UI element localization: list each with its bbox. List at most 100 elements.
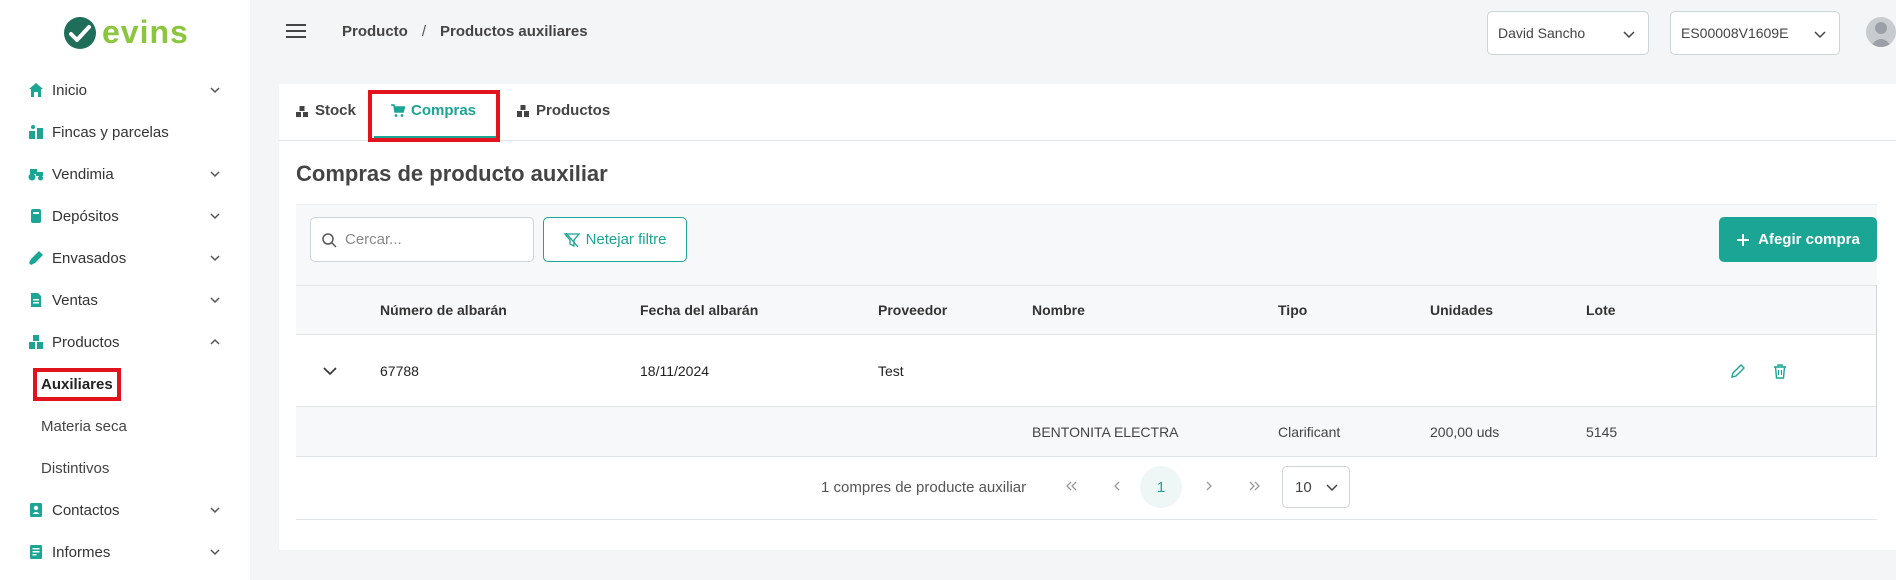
home-icon [28,82,44,98]
column-header[interactable]: Número de albarán [380,302,507,318]
breadcrumb-separator: / [421,23,427,40]
sidebar-item-productos[interactable]: Productos [0,321,250,363]
sidebar-item-label: Productos [52,333,120,351]
sidebar-item-envasados[interactable]: Envasados [0,237,250,279]
sidebar-subitem-distintivos[interactable]: Distintivos [0,447,250,489]
column-header[interactable]: Unidades [1430,302,1493,318]
search-placeholder: Cercar... [345,231,402,248]
chevron-up-icon [208,335,222,349]
chevron-down-icon [1813,27,1827,41]
invoice-icon [28,292,44,308]
next-page-icon[interactable] [1200,477,1218,495]
logo-text: evins [102,14,189,50]
sidebar-nav: Inicio Fincas y parcelas Vendimia Depósi… [0,69,250,573]
search-input[interactable]: Cercar... [310,217,534,262]
boxes-icon [516,104,530,118]
filter-toolbar: Cercar... Netejar filtre Afegir compra [296,204,1877,286]
report-icon [28,544,44,560]
search-icon [321,232,337,248]
sidebar-item-label: Informes [52,543,111,561]
avatar[interactable] [1866,17,1896,47]
clear-filter-button[interactable]: Netejar filtre [543,217,687,262]
sidebar-item-label: Inicio [52,81,88,99]
sidebar-item-label: Envasados [52,249,127,267]
pagination-info: 1 compres de producte auxiliar [821,479,1027,496]
sidebar: evins Inicio Fincas y parcelas Vendimia … [0,0,250,580]
winery-code-select[interactable]: ES00008V1609E [1670,11,1840,55]
chevron-down-icon [1622,27,1636,41]
prev-page-icon[interactable] [1108,477,1126,495]
table-row[interactable]: 67788 18/11/2024 Test [296,335,1877,407]
page-size-select[interactable]: 10 [1282,466,1350,508]
page-number-button[interactable]: 1 [1140,466,1182,508]
cell-proveedor: Test [878,362,904,379]
purchases-table: Número de albarán Fecha del albarán Prov… [296,285,1877,457]
plus-icon [1736,233,1750,247]
first-page-icon[interactable] [1062,477,1080,495]
edit-pencil-icon[interactable] [1730,363,1746,379]
breadcrumb-item[interactable]: Producto [342,23,408,40]
winery-code-value: ES00008V1609E [1681,25,1789,41]
chevron-down-icon [208,209,222,223]
sidebar-item-depositos[interactable]: Depósitos [0,195,250,237]
tab-productos[interactable]: Productos [516,102,610,119]
active-tab-indicator [374,136,498,139]
stock-icon [295,104,309,118]
sidebar-subitem-auxiliares[interactable]: Auxiliares [0,363,250,405]
chevron-down-icon [208,83,222,97]
sidebar-item-inicio[interactable]: Inicio [0,69,250,111]
sidebar-item-contactos[interactable]: Contactos [0,489,250,531]
page-size-value: 10 [1295,478,1312,496]
user-select[interactable]: David Sancho [1487,11,1649,55]
table-header: Número de albarán Fecha del albarán Prov… [296,285,1877,335]
tank-icon [28,208,44,224]
sidebar-item-label: Depósitos [52,207,119,225]
tab-bar: Stock Compras Productos [279,84,1896,142]
bottle-icon [28,250,44,266]
parcels-icon [28,124,44,140]
logo[interactable]: evins [64,14,189,51]
breadcrumb-item-current: Productos auxiliares [440,23,588,40]
column-header[interactable]: Nombre [1032,302,1085,318]
hamburger-menu-icon[interactable] [286,22,306,40]
sidebar-item-informes[interactable]: Informes [0,531,250,573]
horizontal-scroll-edge [1876,285,1877,457]
cell-albaran: 67788 [380,362,419,379]
user-select-value: David Sancho [1498,25,1586,41]
sidebar-item-label: Contactos [52,501,120,519]
tab-label: Stock [315,102,356,119]
tab-compras[interactable]: Compras [391,102,476,119]
sidebar-item-label: Ventas [52,291,98,309]
chevron-down-icon [1325,480,1339,494]
sidebar-item-label: Vendimia [52,165,114,183]
chevron-down-icon [208,293,222,307]
page-title: Compras de producto auxiliar [296,161,608,186]
column-header[interactable]: Lote [1586,302,1616,318]
topbar: Producto / Productos auxiliares David Sa… [250,0,1896,66]
delete-trash-icon[interactable] [1772,363,1788,379]
sidebar-item-ventas[interactable]: Ventas [0,279,250,321]
chevron-down-icon [208,251,222,265]
last-page-icon[interactable] [1246,477,1264,495]
sidebar-item-fincas[interactable]: Fincas y parcelas [0,111,250,153]
sidebar-subitem-label: Distintivos [41,459,110,477]
cell-fecha: 18/11/2024 [640,362,710,379]
chevron-down-icon [208,545,222,559]
expand-row-chevron-icon[interactable] [322,363,338,379]
column-header[interactable]: Tipo [1278,302,1307,318]
column-header[interactable]: Proveedor [878,302,947,318]
cell-tipo: Clarificant [1278,423,1341,440]
sidebar-subitem-label: Materia seca [41,417,127,435]
boxes-icon [28,334,44,350]
chevron-down-icon [208,167,222,181]
cell-unidades: 200,00 uds [1430,423,1500,440]
add-purchase-button[interactable]: Afegir compra [1719,217,1877,262]
cell-lote: 5145 [1586,423,1618,440]
tab-stock[interactable]: Stock [295,102,356,119]
sidebar-subitem-materia-seca[interactable]: Materia seca [0,405,250,447]
sidebar-item-vendimia[interactable]: Vendimia [0,153,250,195]
column-header[interactable]: Fecha del albarán [640,302,758,318]
sidebar-subitem-label: Auxiliares [33,367,121,401]
add-purchase-label: Afegir compra [1758,231,1860,248]
chevron-down-icon [208,503,222,517]
